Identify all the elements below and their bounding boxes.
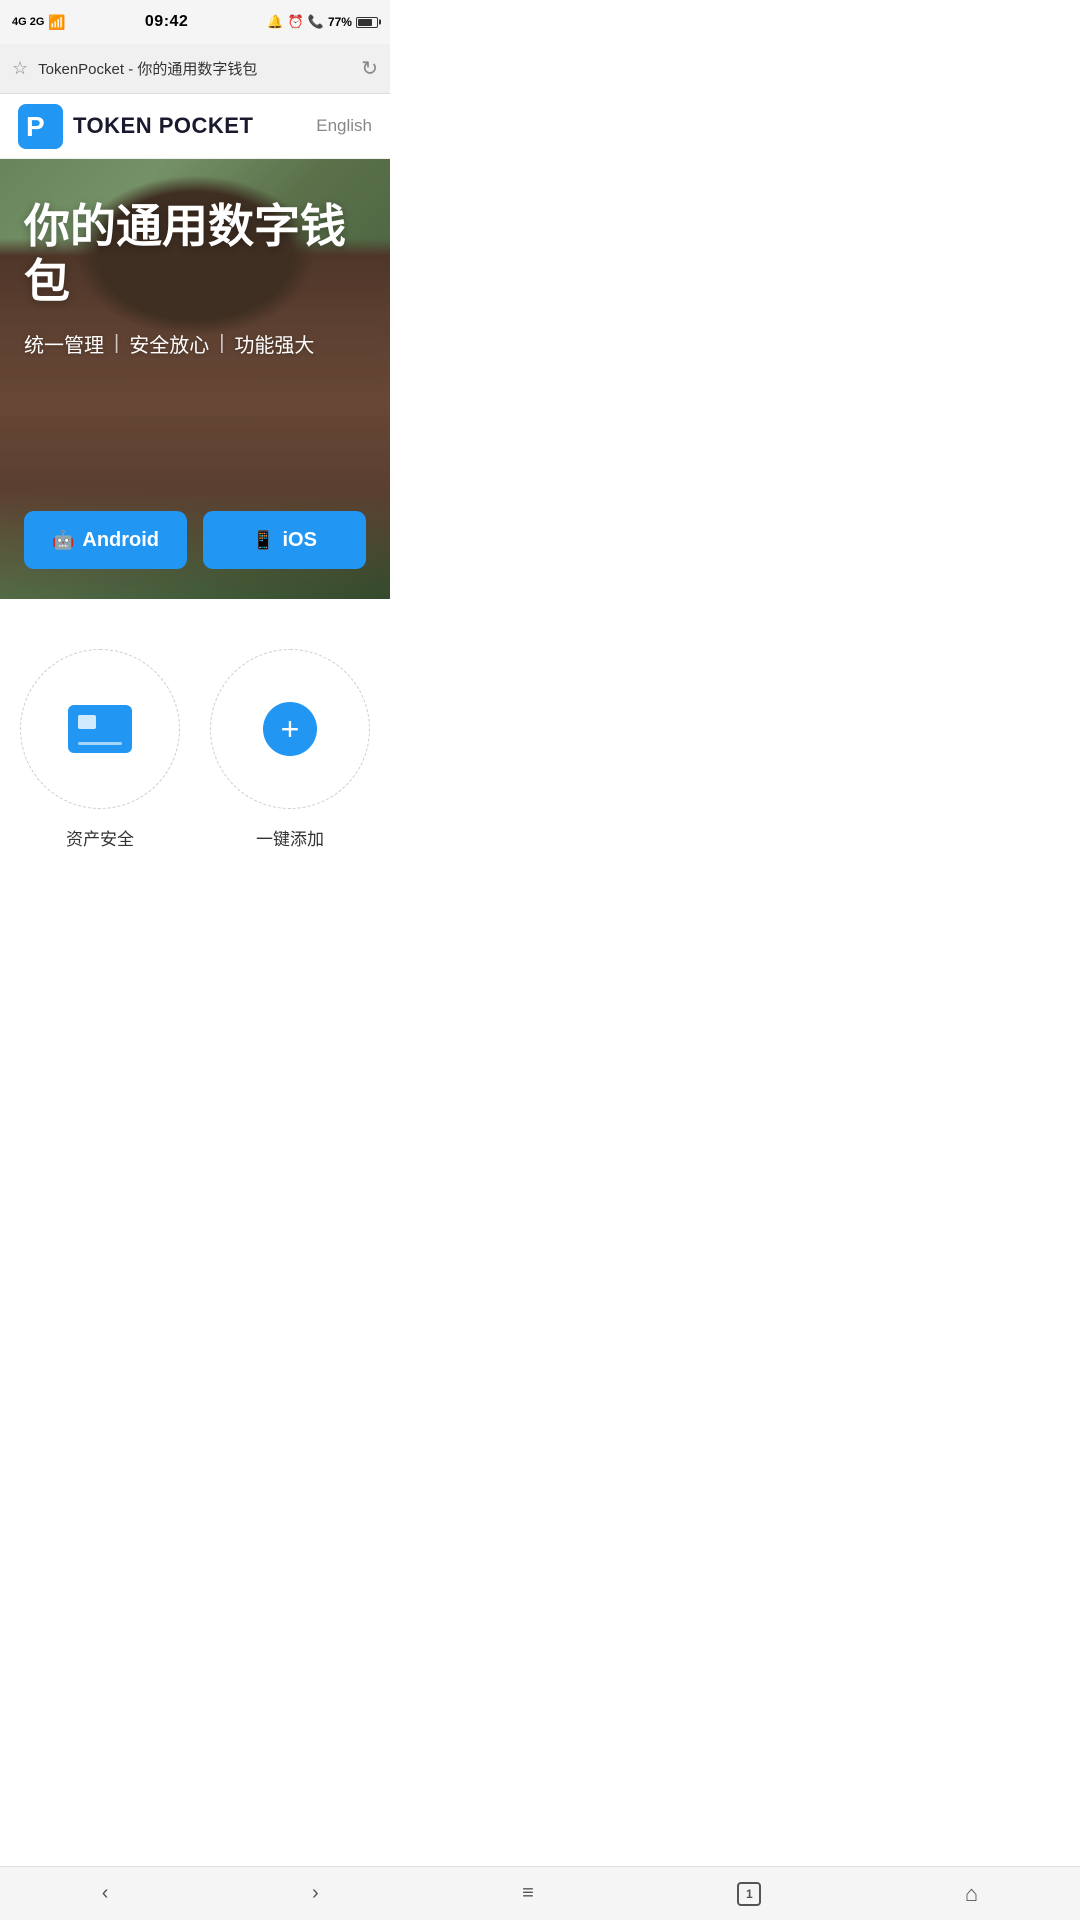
feature-circle-2: + [210,649,370,809]
bookmark-icon[interactable]: ☆ [12,58,28,79]
tabs-count-icon: 1 [737,1882,761,1906]
status-time: 09:42 [145,13,188,31]
back-button[interactable]: ‹ [86,1874,125,1913]
status-right: 🔔 ⏰ 📞 77% [267,14,378,30]
feature-circle-1 [20,649,180,809]
hero-section: 你的通用数字钱包 统一管理 | 安全放心 | 功能强大 🤖 Android 📱 … [0,159,390,599]
status-left: 4G 2G 📶 [12,14,66,31]
browser-bar: ☆ TokenPocket - 你的通用数字钱包 ↻ [0,44,390,94]
url-display[interactable]: TokenPocket - 你的通用数字钱包 [38,58,351,79]
battery-percent: 77% [328,15,352,29]
hero-content: 你的通用数字钱包 统一管理 | 安全放心 | 功能强大 🤖 Android 📱 … [0,159,390,599]
hero-divider-2: | [219,332,224,355]
battery-icon [356,17,378,28]
site-header: P TOKEN POCKET English [0,94,390,159]
feature-item-add: + 一键添加 [210,649,370,850]
card-chip [78,715,96,729]
bell-icon: 🔔 [267,14,283,30]
hero-feature-2: 安全放心 [129,329,209,358]
android-download-button[interactable]: 🤖 Android [24,511,187,569]
features-section: 资产安全 + 一键添加 [0,599,390,880]
feature-item-security: 资产安全 [20,649,180,850]
ios-icon: 📱 [252,530,274,551]
features-grid: 资产安全 + 一键添加 [20,649,370,850]
hero-title: 你的通用数字钱包 [24,199,366,309]
refresh-icon[interactable]: ↻ [361,56,378,81]
android-button-label: Android [82,529,159,552]
hero-buttons: 🤖 Android 📱 iOS [24,511,366,569]
feature-label-1: 资产安全 [66,825,134,850]
bottom-navigation: ‹ › ≡ 1 ⌂ [0,1866,1080,1920]
wifi-icon: 📶 [48,14,65,31]
hero-feature-3: 功能强大 [234,329,314,358]
call-icon: 📞 [308,14,324,30]
status-bar: 4G 2G 📶 09:42 🔔 ⏰ 📞 77% [0,0,390,44]
hero-subtitle: 统一管理 | 安全放心 | 功能强大 [24,329,366,358]
card-icon [68,705,132,753]
feature-label-2: 一键添加 [256,825,324,850]
android-icon: 🤖 [52,530,74,551]
hero-divider-1: | [114,332,119,355]
logo-icon: P [18,104,63,149]
menu-button[interactable]: ≡ [506,1874,550,1913]
logo-text: TOKEN POCKET [73,113,253,139]
ios-download-button[interactable]: 📱 iOS [203,511,366,569]
hero-feature-1: 统一管理 [24,329,104,358]
svg-text:P: P [26,111,45,142]
tabs-button[interactable]: 1 [721,1874,777,1914]
home-button[interactable]: ⌂ [949,1873,994,1915]
alarm-icon: ⏰ [288,14,304,30]
forward-button[interactable]: › [296,1874,335,1913]
logo-area: P TOKEN POCKET [18,104,253,149]
signal-icon: 4G 2G [12,16,44,28]
ios-button-label: iOS [282,529,316,552]
language-button[interactable]: English [316,116,372,136]
plus-icon: + [263,702,317,756]
home-icon: ⌂ [965,1881,978,1907]
